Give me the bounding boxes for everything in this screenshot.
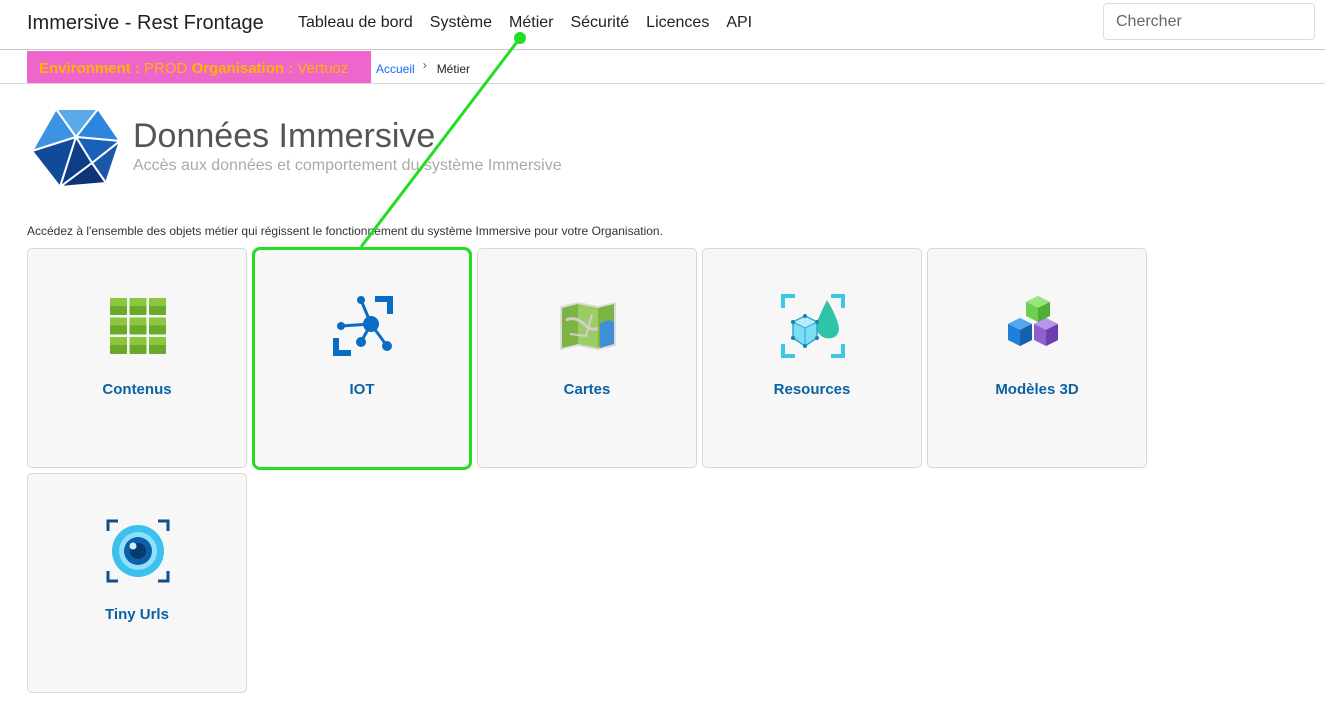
tile-cartes[interactable]: Cartes [477, 248, 697, 468]
env-value: PROD [144, 60, 188, 77]
top-navbar: Immersive - Rest Frontage Tableau de bor… [0, 0, 1325, 50]
nav-item-api[interactable]: API [726, 14, 752, 32]
org-value: Vertuoz [297, 60, 349, 77]
cubes-3d-icon [1008, 296, 1058, 346]
polyhedron-logo-icon [30, 107, 122, 189]
tile-label: IOT [349, 381, 375, 398]
tile-contenus[interactable]: Contenus [27, 248, 247, 468]
main-nav: Tableau de bord Système Métier Sécurité … [298, 14, 752, 32]
breadcrumb-current: Métier [436, 62, 471, 76]
tile-iot[interactable]: IOT [252, 248, 472, 468]
tile-tiny-urls[interactable]: Tiny Urls [27, 473, 247, 693]
search-input[interactable] [1103, 3, 1315, 40]
tile-label: Contenus [102, 381, 172, 398]
nav-item-tableau-de-bord[interactable]: Tableau de bord [298, 14, 413, 32]
grid-icon [110, 298, 166, 354]
tile-label: Resources [773, 381, 851, 398]
page-title: Données Immersive [133, 117, 436, 155]
tile-modeles-3d[interactable]: Modèles 3D [927, 248, 1147, 468]
breadcrumb-home-link[interactable]: Accueil [376, 62, 415, 76]
intro-text: Accédez à l'ensemble des objets métier q… [27, 224, 663, 238]
tile-label: Modèles 3D [995, 381, 1079, 398]
tile-label: Cartes [563, 381, 611, 398]
breadcrumb: Accueil › Métier [376, 58, 471, 76]
environment-badge: Environment : PROD Organisation : Vertuo… [27, 51, 371, 83]
chevron-right-icon: › [422, 58, 427, 72]
map-icon [560, 302, 616, 350]
nav-item-licences[interactable]: Licences [646, 14, 709, 32]
resources-cube-icon [781, 294, 845, 358]
tile-label: Tiny Urls [105, 606, 169, 623]
org-label: Organisation : [191, 60, 294, 77]
tile-resources[interactable]: Resources [702, 248, 922, 468]
nav-item-systeme[interactable]: Système [430, 14, 492, 32]
env-label: Environment : [39, 60, 140, 77]
context-bar: Environment : PROD Organisation : Vertuo… [0, 50, 1325, 84]
page-subtitle: Accès aux données et comportement du sys… [133, 157, 562, 174]
nav-item-metier[interactable]: Métier [509, 14, 553, 32]
iot-network-icon [333, 296, 393, 356]
nav-item-securite[interactable]: Sécurité [570, 14, 629, 32]
eye-lens-icon [106, 519, 170, 583]
brand-title[interactable]: Immersive - Rest Frontage [27, 12, 264, 35]
